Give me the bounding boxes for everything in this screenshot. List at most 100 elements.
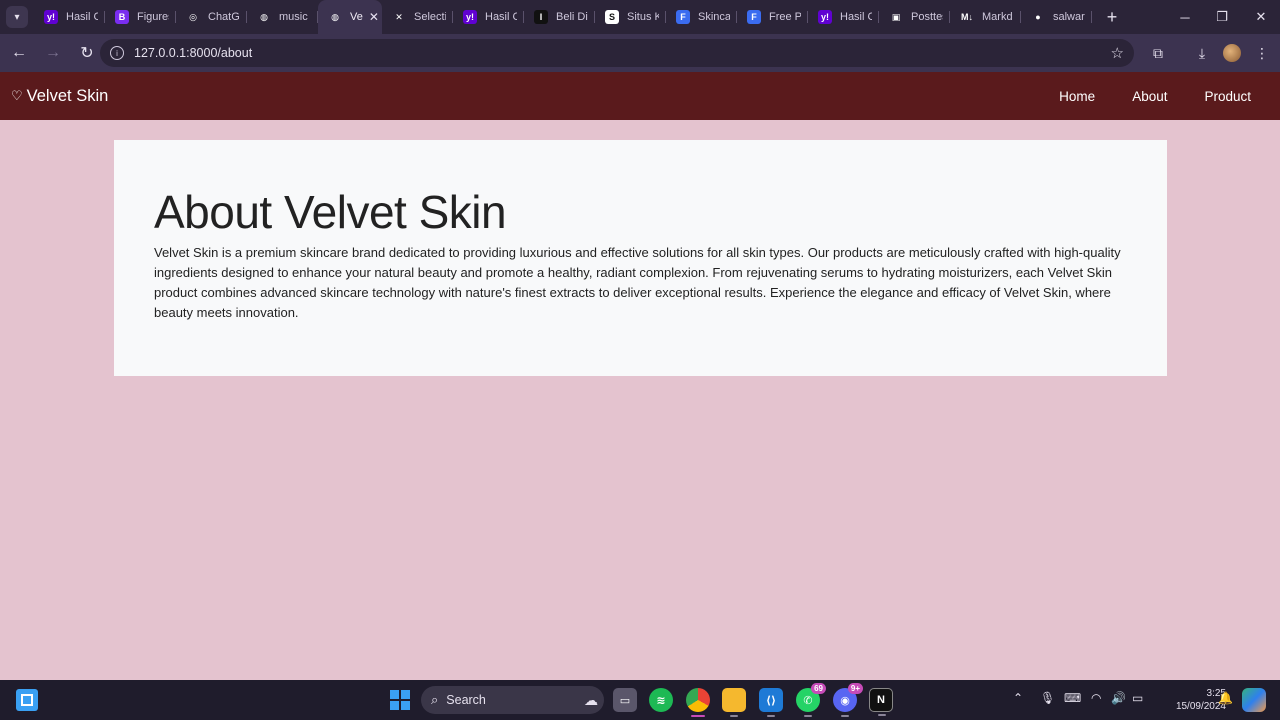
minimize-icon[interactable]: ─ — [1166, 0, 1204, 34]
browser-tab[interactable]: ✕ Selecti — [382, 0, 453, 34]
github-icon: ● — [1031, 10, 1045, 24]
globe-icon: ◍ — [328, 10, 342, 24]
brand-link[interactable]: ♡ Velvet Skin — [11, 87, 108, 106]
chatgpt-icon: ◎ — [186, 10, 200, 24]
chrome-icon[interactable] — [686, 688, 710, 717]
url-text[interactable]: 127.0.0.1:8000/about — [134, 46, 252, 60]
browser-tab[interactable]: ◍ Ve ✕ — [318, 0, 382, 34]
whatsapp-icon[interactable]: ✆ 69 — [796, 683, 826, 717]
spotify-icon[interactable]: ≋ — [649, 688, 673, 712]
tab-label: Hasil C — [485, 11, 517, 23]
notion-icon[interactable]: N — [869, 688, 893, 716]
tab-label: Ve — [350, 11, 363, 23]
search-highlight-icon: ☁ — [584, 691, 598, 708]
browser-tab[interactable]: S Situs K — [595, 0, 666, 34]
maximize-icon[interactable]: ❐ — [1203, 0, 1241, 34]
browser-tab[interactable]: M↓ Markd — [950, 0, 1021, 34]
search-label: Search — [446, 693, 486, 707]
start-windows-icon[interactable] — [388, 688, 412, 712]
form-icon: F — [676, 10, 690, 24]
browser-tab[interactable]: ● salwarl — [1021, 0, 1092, 34]
vscode-icon[interactable]: ⟨⟩ — [759, 688, 783, 717]
browser-tab[interactable]: B Figures — [105, 0, 176, 34]
tab-list: y! Hasil C B Figures ◎ ChatG ◍ music ◍ Ve ✕ ✕ Select… — [34, 0, 1092, 34]
browser-tab[interactable]: y! Hasil C — [453, 0, 524, 34]
close-window-icon[interactable]: ✕ — [1242, 0, 1280, 34]
tab-strip: ▾ y! Hasil C B Figures ◎ ChatG ◍ music ◍ Ve ✕ ✕ Sele… — [0, 0, 1280, 34]
download-icon[interactable]: ⤓ — [1187, 38, 1217, 68]
tab-label: Figures — [137, 11, 169, 23]
copilot-icon[interactable] — [1242, 688, 1266, 712]
bootstrap-icon: B — [115, 10, 129, 24]
whatsapp-badge: 69 — [811, 683, 826, 694]
reload-icon[interactable]: ↻ — [72, 38, 102, 68]
tab-label: Skincar — [698, 11, 730, 23]
form-icon: F — [747, 10, 761, 24]
widgets-icon[interactable] — [16, 689, 38, 711]
browser-tab[interactable]: y! Hasil C — [808, 0, 879, 34]
globe-icon: ◍ — [257, 10, 271, 24]
tab-label: salwarl — [1053, 11, 1085, 23]
markdown-icon: M↓ — [960, 10, 974, 24]
yahoo-icon: y! — [818, 10, 832, 24]
profile-avatar[interactable] — [1217, 38, 1247, 68]
browser-tab[interactable]: F Skincar — [666, 0, 737, 34]
site-info-icon[interactable]: i — [110, 46, 124, 60]
page-title: About Velvet Skin — [154, 186, 507, 238]
site-navbar: ♡ Velvet Skin Home About Product — [0, 72, 1280, 120]
tab-search-icon[interactable]: ▾ — [6, 6, 28, 28]
tab-label: Posttes — [911, 11, 943, 23]
nav-product[interactable]: Product — [1204, 89, 1251, 104]
about-description: Velvet Skin is a premium skincare brand … — [154, 245, 1121, 320]
tab-label: Hasil C — [840, 11, 872, 23]
nav-links: Home About Product — [1022, 89, 1251, 104]
taskbar: ⌕ Search ☁ ▭ ≋ ⟨⟩ ✆ 69 ◉ 9+ N ⌃ 🎙 ⌨ ◠ 🔊 ▭ … — [0, 680, 1280, 720]
menu-kebab-icon[interactable]: ⋮ — [1247, 38, 1277, 68]
scribd-icon: S — [605, 10, 619, 24]
tokopedia-icon: I — [534, 10, 548, 24]
battery-icon[interactable]: ▭ — [1132, 691, 1143, 705]
volume-icon[interactable]: 🔊 — [1111, 691, 1126, 705]
tab-label: music — [279, 11, 308, 23]
new-tab-button[interactable]: + — [1102, 7, 1122, 28]
browser-tab[interactable]: I Beli Di — [524, 0, 595, 34]
microphone-icon[interactable]: 🎙 — [1040, 691, 1055, 705]
yahoo-icon: y! — [463, 10, 477, 24]
browser-tab[interactable]: ▣ Posttes — [879, 0, 950, 34]
extensions-icon[interactable]: ⧉ — [1143, 38, 1173, 68]
forward-icon[interactable]: → — [38, 38, 68, 68]
tab-label: Markd — [982, 11, 1013, 23]
search-icon: ⌕ — [431, 692, 439, 707]
discord-icon[interactable]: ◉ 9+ — [833, 683, 863, 717]
tab-label: Hasil C — [66, 11, 98, 23]
browser-tab[interactable]: F Free Pl — [737, 0, 808, 34]
notification-bell-icon[interactable]: 🔔 — [1218, 691, 1233, 705]
brand-name: Velvet Skin — [26, 86, 109, 105]
nav-home[interactable]: Home — [1059, 89, 1095, 104]
yahoo-icon: y! — [44, 10, 58, 24]
image-icon: ▣ — [889, 10, 903, 24]
tab-label: Selecti — [414, 11, 446, 23]
back-icon[interactable]: ← — [4, 38, 34, 68]
browser-toolbar: ← → ↻ i 127.0.0.1:8000/about ☆ ⧉ ⤓ ⋮ — [0, 34, 1280, 72]
heart-icon: ♡ — [11, 88, 23, 103]
taskbar-search[interactable]: ⌕ Search ☁ — [421, 686, 604, 714]
tab-label: Situs K — [627, 11, 659, 23]
tab-label: Beli Di — [556, 11, 588, 23]
close-tab-icon[interactable]: ✕ — [369, 10, 379, 24]
file-explorer-icon[interactable] — [722, 688, 746, 717]
bookmark-star-icon[interactable]: ☆ — [1111, 44, 1124, 62]
zoho-icon: ✕ — [392, 10, 406, 24]
browser-tab[interactable]: y! Hasil C — [34, 0, 105, 34]
wifi-icon[interactable]: ◠ — [1091, 691, 1101, 705]
about-card: About Velvet Skin Velvet Skin is a premi… — [114, 140, 1167, 376]
task-view-icon[interactable]: ▭ — [613, 688, 637, 712]
keyboard-icon[interactable]: ⌨ — [1064, 691, 1081, 705]
address-bar[interactable]: i 127.0.0.1:8000/about ☆ — [100, 39, 1134, 67]
tray-overflow-icon[interactable]: ⌃ — [1013, 691, 1023, 705]
nav-about[interactable]: About — [1132, 89, 1167, 104]
browser-tab[interactable]: ◍ music — [247, 0, 318, 34]
browser-tab[interactable]: ◎ ChatG — [176, 0, 247, 34]
discord-badge: 9+ — [847, 683, 863, 694]
tab-label: Free Pl — [769, 11, 801, 23]
